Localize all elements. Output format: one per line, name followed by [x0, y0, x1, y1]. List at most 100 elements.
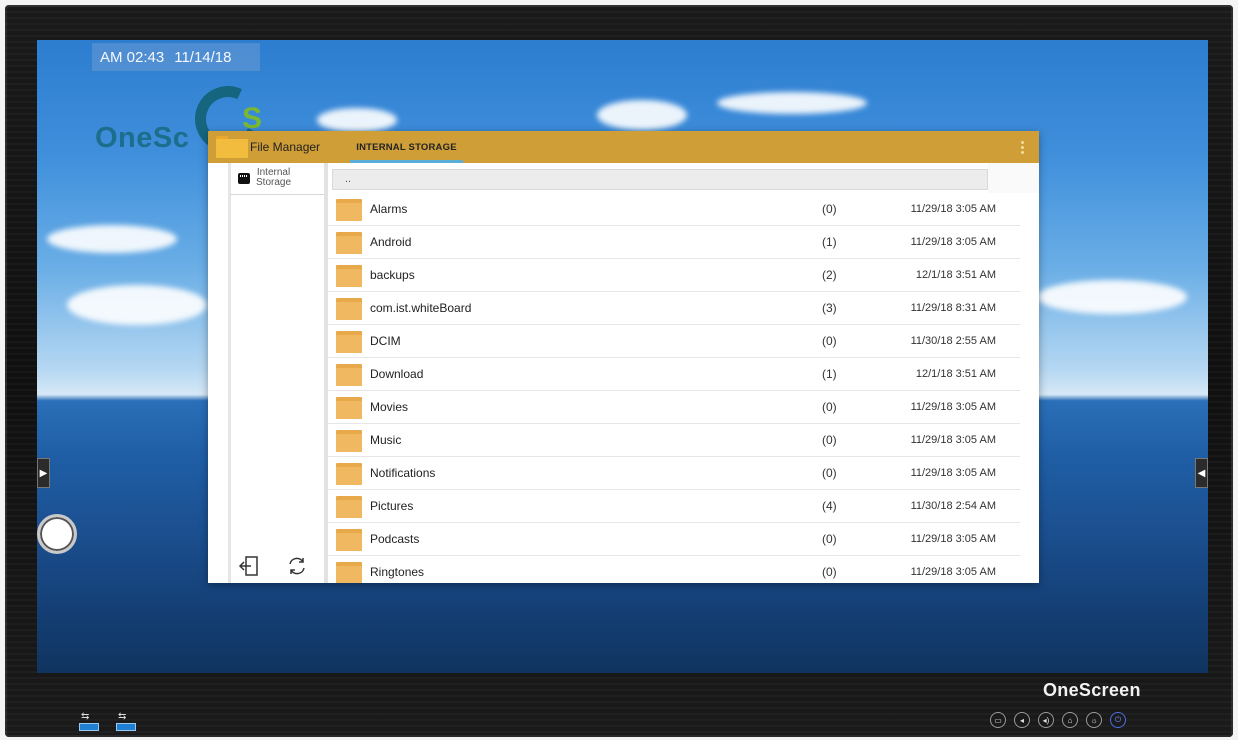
item-count: (1) — [822, 367, 837, 381]
app-title: File Manager — [250, 140, 321, 154]
modified-date: 11/29/18 3:05 AM — [910, 533, 996, 545]
file-name: Movies — [370, 400, 409, 414]
folder-icon — [336, 298, 362, 320]
sidebar-item-label: Internal Storage — [256, 168, 291, 188]
folder-icon — [336, 463, 362, 485]
item-count: (4) — [822, 499, 837, 513]
item-count: (0) — [822, 433, 837, 447]
clock-date: 11/14/18 — [174, 48, 232, 66]
file-row[interactable]: Notifications (0) 11/29/18 3:05 AM — [328, 457, 1020, 490]
brightness-icon[interactable]: ☼ — [1086, 712, 1102, 728]
power-icon[interactable]: ⏻ — [1110, 712, 1126, 728]
file-name: Pictures — [370, 499, 414, 513]
path-bar-shade — [988, 163, 1039, 193]
folder-icon — [216, 136, 248, 158]
modified-date: 11/29/18 3:05 AM — [910, 434, 996, 446]
input-source-icon[interactable]: ▭ — [990, 712, 1006, 728]
file-list-panel: .. Alarms (0) 11/29/18 3:05 AM Android (1) 11… — [328, 163, 1039, 583]
file-row[interactable]: Alarms (0) 11/29/18 3:05 AM — [328, 193, 1020, 226]
cloud — [47, 225, 177, 253]
item-count: (1) — [822, 235, 837, 249]
item-count: (0) — [822, 532, 837, 546]
file-row[interactable]: backups (2) 12/1/18 3:51 AM — [328, 259, 1020, 292]
sd-card-icon — [238, 172, 250, 184]
item-count: (3) — [822, 301, 837, 315]
refresh-icon[interactable] — [286, 555, 308, 577]
folder-icon — [336, 562, 362, 583]
modified-date: 11/29/18 3:05 AM — [910, 566, 996, 578]
file-row[interactable]: DCIM (0) 11/30/18 2:55 AM — [328, 325, 1020, 358]
storage-sidebar: Internal Storage — [208, 163, 328, 583]
modified-date: 11/29/18 3:05 AM — [910, 203, 996, 215]
folder-icon — [336, 232, 362, 254]
file-manager-header: File Manager INTERNAL STORAGE — [208, 131, 1039, 163]
modified-date: 11/29/18 3:05 AM — [910, 401, 996, 413]
hardware-controls: ▭ ◂ ◂) ⌂ ☼ ⏻ — [990, 712, 1126, 728]
folder-icon — [336, 364, 362, 386]
home-icon[interactable]: ⌂ — [1062, 712, 1078, 728]
file-name: Podcasts — [370, 532, 420, 546]
file-row[interactable]: Ringtones (0) 11/29/18 3:05 AM — [328, 556, 1020, 583]
file-row[interactable]: Android (1) 11/29/18 3:05 AM — [328, 226, 1020, 259]
modified-date: 11/29/18 3:05 AM — [910, 467, 996, 479]
item-count: (0) — [822, 202, 837, 216]
sidebar-item-internal-storage-content[interactable]: Internal Storage — [228, 163, 325, 193]
file-name: Ringtones — [370, 565, 425, 579]
cloud — [67, 285, 207, 325]
folder-icon — [336, 331, 362, 353]
modified-date: 11/29/18 3:05 AM — [910, 236, 996, 248]
folder-icon — [336, 529, 362, 551]
cloud — [597, 100, 687, 130]
volume-down-icon[interactable]: ◂ — [1014, 712, 1030, 728]
modified-date: 11/29/18 8:31 AM — [910, 302, 996, 314]
modified-date: 11/30/18 2:54 AM — [910, 500, 996, 512]
item-count: (0) — [822, 466, 837, 480]
file-name: Download — [370, 367, 424, 381]
right-edge-tab[interactable]: ◀ — [1195, 458, 1208, 488]
file-list: Alarms (0) 11/29/18 3:05 AM Android (1) 11/29… — [328, 193, 1039, 583]
status-clock: AM 02:43 11/14/18 — [92, 43, 260, 71]
clock-time: AM 02:43 — [100, 48, 165, 66]
folder-icon — [336, 430, 362, 452]
item-count: (0) — [822, 400, 837, 414]
volume-up-icon[interactable]: ◂) — [1038, 712, 1054, 728]
folder-icon — [336, 265, 362, 287]
exit-icon[interactable] — [238, 555, 260, 577]
file-row[interactable]: Pictures (4) 11/30/18 2:54 AM — [328, 490, 1020, 523]
path-bar[interactable]: .. — [332, 169, 988, 190]
cloud — [317, 108, 397, 132]
file-manager-body: Internal Storage .. Alarms (0) 11/29/18 … — [208, 163, 1039, 583]
file-name: Alarms — [370, 202, 408, 216]
file-name: Music — [370, 433, 402, 447]
usb-port-icon: ⇆ — [79, 712, 101, 732]
cloud — [717, 92, 867, 114]
file-name: com.ist.whiteBoard — [370, 301, 472, 315]
file-manager-window: File Manager INTERNAL STORAGE Internal S… — [208, 131, 1039, 583]
item-count: (2) — [822, 268, 837, 282]
file-name: backups — [370, 268, 415, 282]
file-name: DCIM — [370, 334, 401, 348]
usb-port-icon: ⇆ — [116, 712, 138, 732]
modified-date: 12/1/18 3:51 AM — [915, 368, 996, 380]
file-row[interactable]: Music (0) 11/29/18 3:05 AM — [328, 424, 1020, 457]
more-vert-icon[interactable] — [1019, 139, 1025, 155]
sidebar-divider — [228, 163, 231, 583]
onescreen-logo-text: OneSc — [95, 122, 190, 154]
folder-icon — [336, 496, 362, 518]
file-row[interactable]: Podcasts (0) 11/29/18 3:05 AM — [328, 523, 1020, 556]
cloud — [1037, 280, 1187, 314]
left-edge-tab[interactable]: ▶ — [37, 458, 50, 488]
item-count: (0) — [822, 334, 837, 348]
floating-assist-ball[interactable] — [37, 514, 77, 554]
file-row[interactable]: com.ist.whiteBoard (3) 11/29/18 8:31 AM — [328, 292, 1020, 325]
sidebar-actions — [238, 555, 308, 577]
modified-date: 12/1/18 3:51 AM — [915, 269, 996, 281]
folder-icon — [336, 397, 362, 419]
item-count: (0) — [822, 565, 837, 579]
file-row[interactable]: Download (1) 12/1/18 3:51 AM — [328, 358, 1020, 391]
file-row[interactable]: Movies (0) 11/29/18 3:05 AM — [328, 391, 1020, 424]
tab-internal-storage[interactable]: INTERNAL STORAGE — [350, 131, 463, 163]
sidebar-item-label-line2: Storage — [256, 177, 292, 188]
folder-icon — [336, 199, 362, 221]
file-name: Android — [370, 235, 412, 249]
